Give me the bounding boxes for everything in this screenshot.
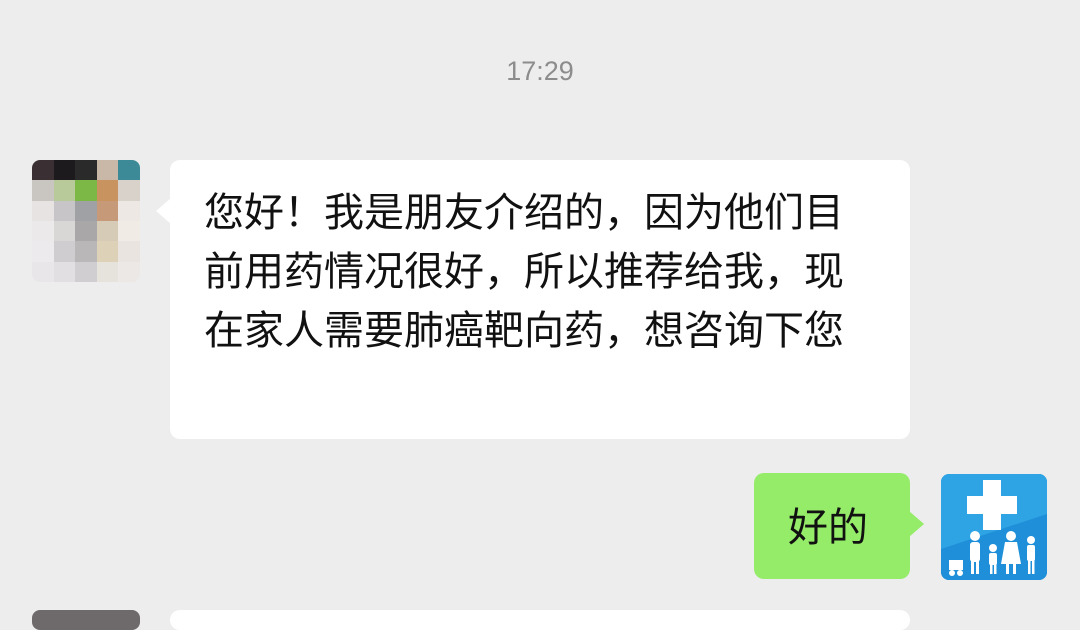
medical-cross-family-icon (941, 474, 1047, 580)
outgoing-message-bubble[interactable]: 好的 (754, 473, 924, 579)
incoming-message-bubble[interactable]: 您好！我是朋友介绍的，因为他们目前用药情况很好，所以推荐给我，现在家人需要肺癌靶… (156, 160, 910, 439)
contact-avatar-next[interactable] (32, 610, 140, 630)
contact-avatar[interactable] (32, 160, 140, 282)
my-avatar[interactable] (941, 474, 1047, 580)
incoming-message-bubble-next[interactable] (170, 610, 910, 630)
outgoing-message-text: 好的 (788, 505, 868, 551)
pixelated-avatar-icon (32, 160, 140, 282)
incoming-message-text: 您好！我是朋友介绍的，因为他们目前用药情况很好，所以推荐给我，现在家人需要肺癌靶… (204, 190, 844, 354)
message-timestamp: 17:29 (506, 56, 574, 86)
